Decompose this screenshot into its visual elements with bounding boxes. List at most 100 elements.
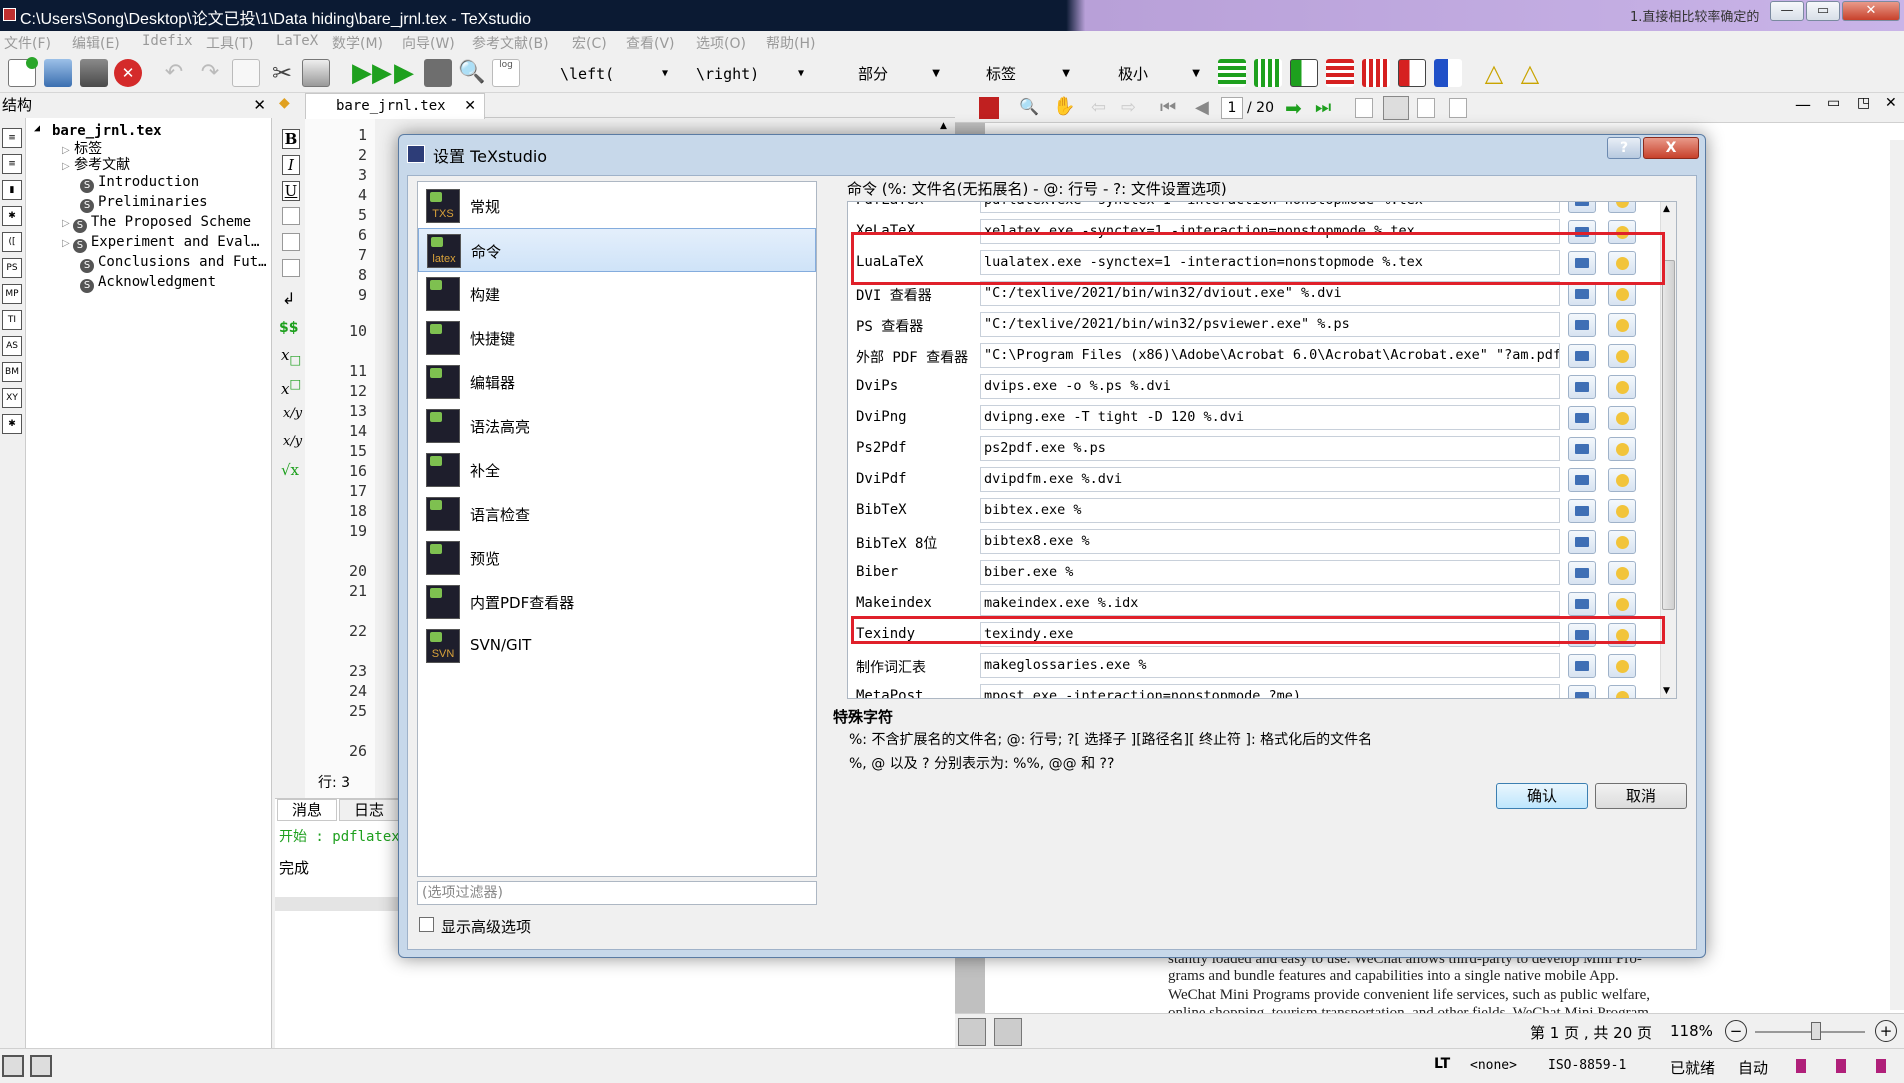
- section-combo[interactable]: 部分 ▼: [858, 61, 942, 87]
- dfrac-icon[interactable]: x/y: [283, 434, 302, 449]
- left-delimiter-combo[interactable]: \left(▼: [560, 61, 670, 87]
- back-icon[interactable]: ⇦: [1091, 97, 1106, 118]
- newline-icon[interactable]: ↲: [282, 289, 295, 308]
- pdf-file-icon[interactable]: [979, 97, 999, 119]
- zoom-slider-handle[interactable]: [1811, 1022, 1821, 1040]
- command-value-input[interactable]: makeglossaries.exe %: [980, 653, 1560, 678]
- paste-icon[interactable]: [302, 59, 330, 87]
- browse-icon[interactable]: [1568, 530, 1596, 554]
- table-insert-icon[interactable]: [1290, 59, 1318, 87]
- zoom-in-icon[interactable]: +: [1875, 1020, 1897, 1042]
- category-item[interactable]: latex 命令: [418, 228, 816, 272]
- menu-view[interactable]: 查看(V): [626, 33, 675, 53]
- advanced-options-checkbox[interactable]: [419, 917, 434, 932]
- zoom-level[interactable]: 118%: [1670, 1022, 1713, 1040]
- superscript-icon[interactable]: x□: [281, 376, 301, 398]
- browse-icon[interactable]: [1568, 654, 1596, 678]
- command-value-input[interactable]: dvips.exe -o %.ps %.dvi: [980, 374, 1560, 399]
- browse-icon[interactable]: [1568, 202, 1596, 213]
- reset-default-icon[interactable]: [1608, 685, 1636, 698]
- reset-default-icon[interactable]: [1608, 313, 1636, 337]
- align-center-icon[interactable]: [282, 233, 300, 251]
- language-tool-indicator[interactable]: LT: [1434, 1056, 1450, 1072]
- bookmark-icon[interactable]: [1876, 1059, 1886, 1073]
- metapost-icon[interactable]: MP: [2, 284, 22, 304]
- tab-log[interactable]: 日志: [339, 799, 399, 821]
- subscript-icon[interactable]: x□: [281, 346, 301, 367]
- tree-item-acknowledgment[interactable]: S Acknowledgment: [80, 274, 216, 293]
- next-page-icon[interactable]: ➡: [1285, 96, 1302, 120]
- ok-button[interactable]: 确认: [1496, 783, 1588, 809]
- reset-default-icon[interactable]: [1608, 437, 1636, 461]
- asymptote-icon[interactable]: AS: [2, 336, 22, 356]
- browse-icon[interactable]: [1568, 561, 1596, 585]
- reset-default-icon[interactable]: [1608, 202, 1636, 213]
- menu-options[interactable]: 选项(O): [696, 33, 746, 53]
- table-delete-icon[interactable]: [1398, 59, 1426, 87]
- tab-messages[interactable]: 消息: [277, 799, 337, 821]
- view-pdf-icon[interactable]: 🔍: [458, 59, 486, 87]
- magnifier-icon[interactable]: 🔍: [1019, 97, 1039, 116]
- misc-icon[interactable]: ✱: [2, 414, 22, 434]
- menu-edit[interactable]: 编辑(E): [72, 33, 120, 53]
- toggle-messages-icon[interactable]: [30, 1055, 52, 1077]
- beamer-icon[interactable]: BM: [2, 362, 22, 382]
- forward-icon[interactable]: ⇨: [1121, 97, 1136, 118]
- close-document-icon[interactable]: ✕: [114, 59, 142, 87]
- category-item[interactable]: 构建: [418, 272, 816, 316]
- scroll-up-icon[interactable]: ▲: [940, 121, 947, 131]
- page-number-input[interactable]: 1: [1221, 97, 1243, 119]
- menu-help[interactable]: 帮助(H): [766, 33, 815, 53]
- menu-tools[interactable]: 工具(T): [206, 33, 253, 53]
- command-value-input[interactable]: dvipdfm.exe %.dvi: [980, 467, 1560, 492]
- reset-default-icon[interactable]: [1608, 499, 1636, 523]
- inline-math-icon[interactable]: $$: [279, 320, 298, 336]
- build-and-view-icon[interactable]: ▶▶: [352, 59, 392, 87]
- minimize-button[interactable]: —: [1770, 1, 1804, 21]
- menu-idefix[interactable]: Idefix: [142, 33, 193, 49]
- tree-item-preliminaries[interactable]: S Preliminaries: [80, 194, 208, 213]
- list-view-icon[interactable]: ≡: [2, 154, 22, 174]
- italic-icon[interactable]: I: [282, 155, 300, 175]
- pdf-sync-icon[interactable]: [958, 1018, 986, 1046]
- reset-default-icon[interactable]: [1608, 282, 1636, 306]
- right-delimiter-combo[interactable]: \right) ▼: [696, 61, 806, 87]
- table-add-column-icon[interactable]: [1254, 59, 1282, 87]
- close-icon[interactable]: ✕: [253, 93, 266, 118]
- fit-page-icon[interactable]: [1383, 96, 1409, 120]
- browse-icon[interactable]: [1568, 437, 1596, 461]
- category-item[interactable]: TXS 常规: [418, 184, 816, 228]
- category-item[interactable]: 语言检查: [418, 492, 816, 536]
- tree-item-proposed-scheme[interactable]: ▷ S The Proposed Scheme: [62, 214, 251, 233]
- sqrt-icon[interactable]: √x: [281, 461, 299, 479]
- maximize-button[interactable]: ▭: [1806, 1, 1840, 21]
- fit-width-icon[interactable]: [1417, 98, 1435, 118]
- zoom-out-icon[interactable]: −: [1725, 1020, 1747, 1042]
- scroll-down-icon[interactable]: ▼: [1663, 686, 1670, 696]
- menu-bibliography[interactable]: 参考文献(B): [472, 33, 549, 53]
- compile-icon[interactable]: ▶: [390, 59, 418, 87]
- browse-icon[interactable]: [1568, 344, 1596, 368]
- table-remove-row-icon[interactable]: [1326, 59, 1354, 87]
- size-combo[interactable]: 极小 ▼: [1118, 61, 1202, 87]
- browse-icon[interactable]: [1568, 592, 1596, 616]
- symbols-icon[interactable]: ✱: [2, 206, 22, 226]
- browse-icon[interactable]: [1568, 375, 1596, 399]
- log-icon[interactable]: log: [492, 59, 520, 87]
- pdf-restore-icon[interactable]: ▭: [1827, 95, 1840, 111]
- browse-icon[interactable]: [1568, 685, 1596, 698]
- hand-icon[interactable]: ✋: [1053, 96, 1075, 117]
- encoding-selector[interactable]: ISO-8859-1: [1548, 1058, 1626, 1073]
- bold-icon[interactable]: B: [282, 129, 300, 149]
- redo-icon[interactable]: ↷: [196, 59, 224, 87]
- prev-page-icon[interactable]: ◀: [1195, 97, 1209, 118]
- bookmark-icon[interactable]: [1796, 1059, 1806, 1073]
- help-button[interactable]: ?: [1607, 137, 1641, 159]
- reset-default-icon[interactable]: [1608, 406, 1636, 430]
- pdf-minimize-icon[interactable]: —: [1795, 95, 1811, 114]
- menu-wizards[interactable]: 向导(W): [402, 33, 455, 53]
- command-value-input[interactable]: biber.exe %: [980, 560, 1560, 585]
- menu-file[interactable]: 文件(F): [4, 33, 51, 53]
- cut-icon[interactable]: ✂: [268, 59, 296, 87]
- commands-scrollbar-thumb[interactable]: [1662, 260, 1675, 610]
